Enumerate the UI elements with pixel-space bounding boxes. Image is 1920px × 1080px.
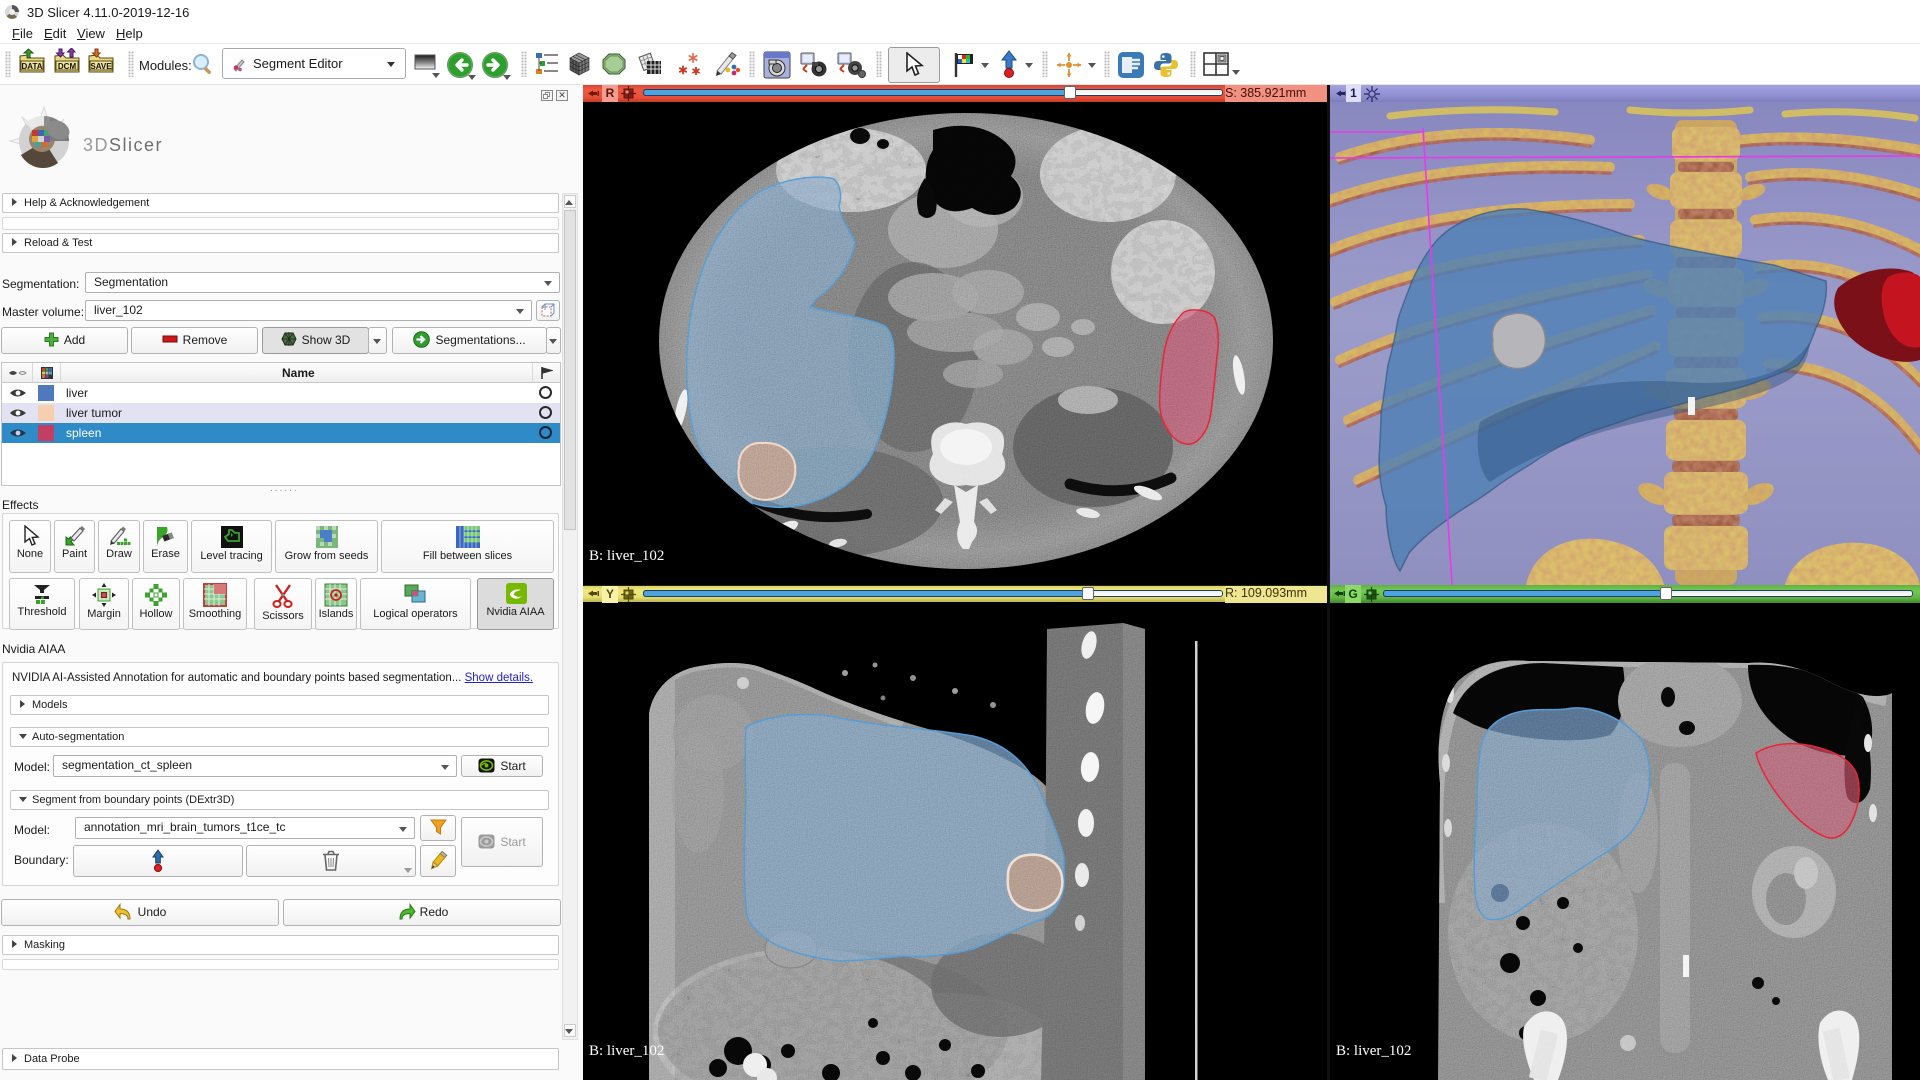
svg-text:DATA: DATA [21,62,42,71]
svg-text:DCM: DCM [58,62,77,71]
svg-text:SAVE: SAVE [90,62,112,71]
